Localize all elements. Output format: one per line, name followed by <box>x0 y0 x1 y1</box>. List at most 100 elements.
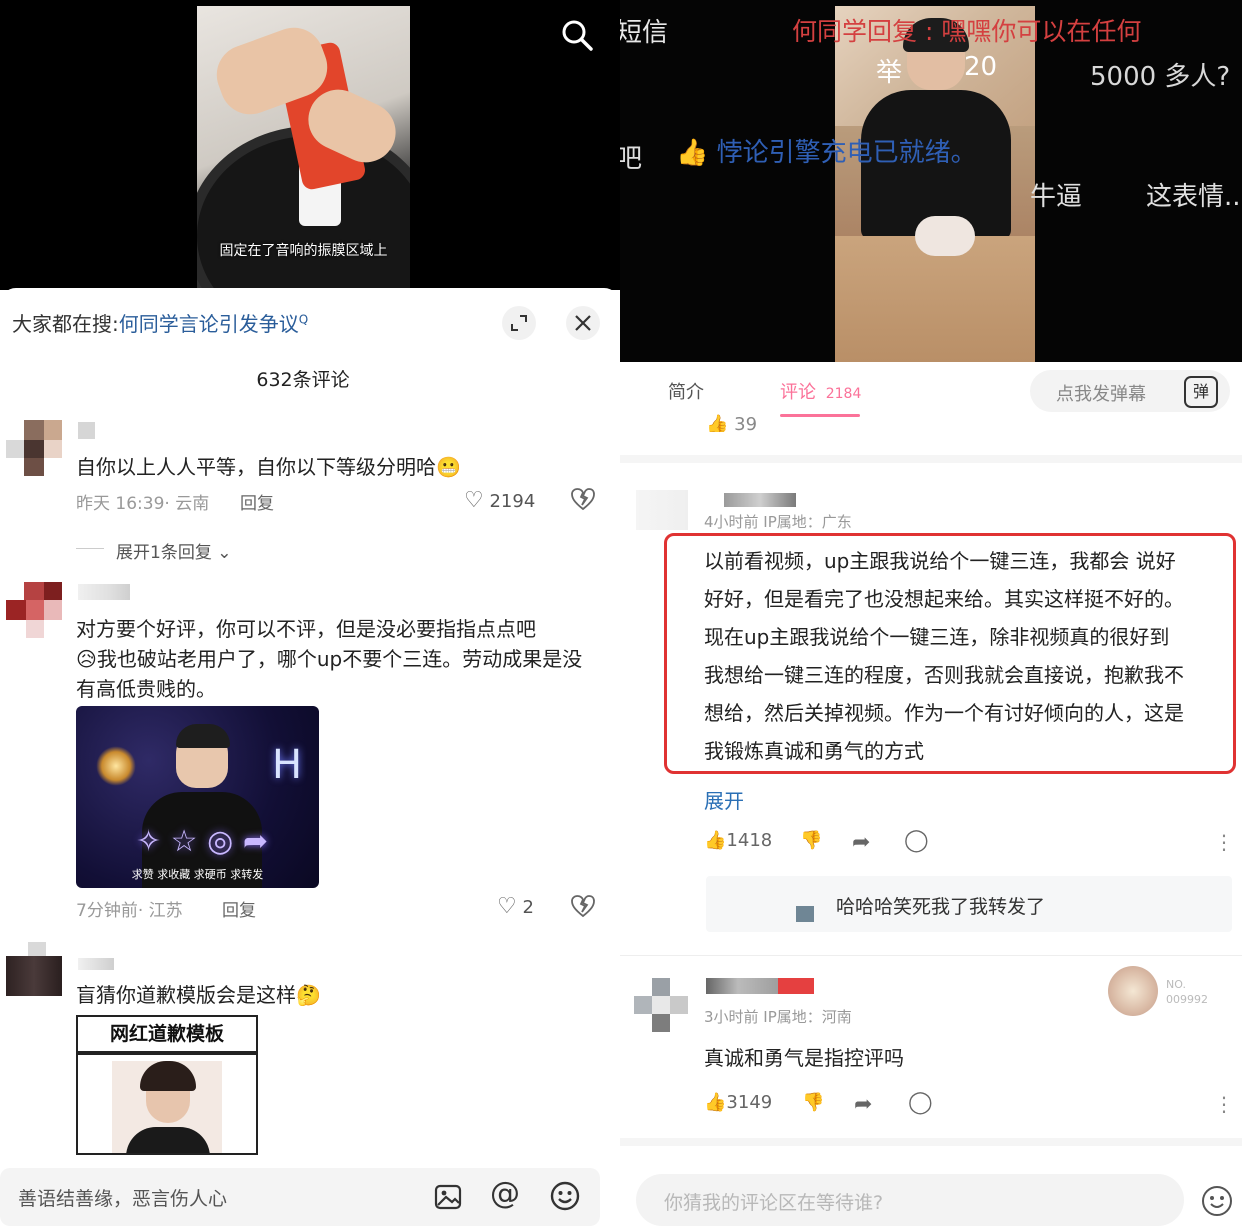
meme-image[interactable]: 网红道歉模板 <box>76 1015 258 1155</box>
comment-region: · 云南 <box>164 494 210 514</box>
like-count: 2194 <box>489 491 536 512</box>
reply-bubble-icon[interactable]: ◯ <box>904 828 929 853</box>
danmaku-toggle-icon[interactable]: 弹 <box>1184 376 1218 408</box>
comment-input-placeholder: 你猜我的评论区在等待谁? <box>664 1192 884 1214</box>
danmaku: 20 <box>964 52 998 82</box>
danmaku: 这表情.. <box>1146 182 1241 212</box>
thumbs-down-icon[interactable]: 👎 <box>800 830 822 851</box>
divider <box>620 1138 1242 1146</box>
divider <box>76 548 104 549</box>
like-count: 3149 <box>726 1092 773 1113</box>
emoji: 😬 <box>436 455 461 479</box>
expand-link[interactable]: 展开 <box>704 785 744 814</box>
expand-replies-link[interactable]: 展开1条回复 ⌄ <box>116 538 231 563</box>
tab-intro[interactable]: 简介 <box>668 378 704 404</box>
avatar[interactable] <box>6 582 62 638</box>
danmaku-input-placeholder: 点我发弹幕 <box>1056 384 1146 405</box>
search-mini-icon: Q <box>298 312 309 327</box>
danmaku: 举 <box>876 58 903 88</box>
video-frame: 固定在了音响的振膜区域上 <box>197 6 410 290</box>
comment-time: 昨天 16:39 <box>76 494 165 514</box>
reply-button[interactable]: 回复 <box>240 489 274 514</box>
like-button[interactable]: ♡ 2194 <box>464 488 535 513</box>
more-options-icon[interactable]: ⋮ <box>1214 830 1234 854</box>
bilibili-comment-panel: 短信 何同学回复 : 嘿嘿你可以在任何 举 20 5000 多人? 吧 👍 悖论… <box>620 0 1242 1231</box>
trending-prefix: 大家都在搜: <box>12 312 119 336</box>
meme-title: 网红道歉模板 <box>78 1017 256 1055</box>
comment-input[interactable]: 善语结善缘，恶言伤人心 @ <box>0 1168 600 1226</box>
danmaku-with-thumb: 👍 悖论引擎充电已就绪。 <box>676 138 977 168</box>
image-caption: 求赞 求收藏 求硬币 求转发 <box>131 868 264 881</box>
trending-query-link[interactable]: 何同学言论引发争议 <box>119 312 299 336</box>
heart-icon: ♡ <box>464 488 484 513</box>
badge-no: NO. <box>1166 978 1186 991</box>
thumbs-down-icon[interactable]: 👎 <box>802 1092 824 1113</box>
username-blurred <box>78 584 130 600</box>
sub-reply-text: 哈哈哈笑死我了我转发了 <box>836 896 1046 918</box>
share-icon[interactable]: ➦ <box>854 1092 872 1117</box>
dislike-heart-icon[interactable] <box>570 487 596 511</box>
emoji-icon[interactable] <box>1200 1184 1234 1218</box>
like-button[interactable]: ♡ 2 <box>497 894 534 919</box>
at-mention-icon[interactable]: @ <box>490 1176 520 1211</box>
user-level-badge <box>778 978 814 994</box>
danmaku: 吧 <box>620 144 643 174</box>
username-blurred <box>724 493 796 507</box>
avatar[interactable] <box>6 942 62 998</box>
comment-text: 真诚和勇气是指控评吗 <box>704 1046 904 1070</box>
comment-input[interactable]: 你猜我的评论区在等待谁? <box>636 1174 1184 1226</box>
comment-image[interactable]: H ✧ ☆ ◎ ➦ 求赞 求收藏 求硬币 求转发 <box>76 706 319 888</box>
piggy-bank <box>915 216 975 256</box>
comment-text: 盲猜你道歉模版会是这样🤔 <box>76 983 321 1007</box>
reply-button[interactable]: 回复 <box>222 896 256 921</box>
expand-icon <box>511 315 527 331</box>
emoji: 🤔 <box>296 983 321 1007</box>
expand-button[interactable] <box>502 306 536 340</box>
reply-bubble-icon[interactable]: ◯ <box>908 1090 933 1115</box>
dislike-heart-icon[interactable] <box>570 894 596 918</box>
username-blurred <box>706 978 786 994</box>
trending-search[interactable]: 大家都在搜:何同学言论引发争议Q <box>12 308 308 337</box>
heart-icon: ♡ <box>497 894 517 919</box>
divider <box>620 455 1242 463</box>
video-subtitle: 固定在了音响的振膜区域上 <box>219 243 388 259</box>
fan-badge: NO. 009992 <box>1108 966 1218 1020</box>
video-player[interactable]: 固定在了音响的振膜区域上 <box>0 0 620 290</box>
username-blurred <box>78 422 95 439</box>
share-icon[interactable]: ➦ <box>852 830 870 855</box>
danmaku: 何同学回复 : 嘿嘿你可以在任何 <box>792 17 1142 46</box>
comment-region: · 江苏 <box>137 901 183 921</box>
avatar[interactable] <box>636 490 688 530</box>
comment-meta: 7分钟前· 江苏 <box>76 896 183 921</box>
tab-comments[interactable]: 评论 2184 <box>780 378 861 404</box>
comment-input-placeholder: 善语结善缘，恶言伤人心 <box>18 1188 228 1210</box>
comment-meta: 昨天 16:39· 云南 <box>76 489 209 514</box>
douyin-comment-panel: 固定在了音响的振膜区域上 大家都在搜:何同学言论引发争议Q 632条评论 自你以 <box>0 0 620 1231</box>
avatar[interactable] <box>6 420 62 476</box>
divider <box>620 955 1242 956</box>
tab-indicator <box>780 414 860 417</box>
avatar[interactable] <box>634 978 690 1034</box>
like-button[interactable]: 👍3149 <box>704 1092 772 1113</box>
comment-text: 自你以上人人平等，自你以下等级分明哈😬 <box>76 455 461 479</box>
danmaku-input[interactable]: 点我发弹幕 弹 <box>1030 370 1230 412</box>
sub-reply-box[interactable]: 哈哈哈笑死我了我转发了 <box>706 876 1232 932</box>
thumbs-up-icon: 👍 <box>704 830 727 851</box>
like-count: 2 <box>522 897 534 918</box>
comment-meta: 3小时前 IP属地：河南 <box>704 1008 852 1026</box>
video-frame <box>835 6 1035 362</box>
close-icon <box>575 315 591 331</box>
image-icon[interactable] <box>433 1182 463 1212</box>
comment-text: 对方要个好评，你可以不评，但是没必要指指点点吧 😥我也破站老用户了，哪个up不要… <box>76 617 583 701</box>
danmaku: 5000 多人? <box>1090 62 1231 92</box>
more-options-icon[interactable]: ⋮ <box>1214 1092 1234 1116</box>
danmaku: 牛逼 <box>1030 182 1083 212</box>
close-button[interactable] <box>566 306 600 340</box>
comment-count-badge: 2184 <box>825 386 862 402</box>
search-icon[interactable] <box>560 18 594 52</box>
comment-meta: 4小时前 IP属地：广东 <box>704 513 852 531</box>
like-button[interactable]: 👍1418 <box>704 830 772 851</box>
neon-letter: H <box>272 742 303 788</box>
emoji-icon[interactable] <box>549 1180 581 1212</box>
video-player[interactable]: 短信 何同学回复 : 嘿嘿你可以在任何 举 20 5000 多人? 吧 👍 悖论… <box>620 0 1242 362</box>
